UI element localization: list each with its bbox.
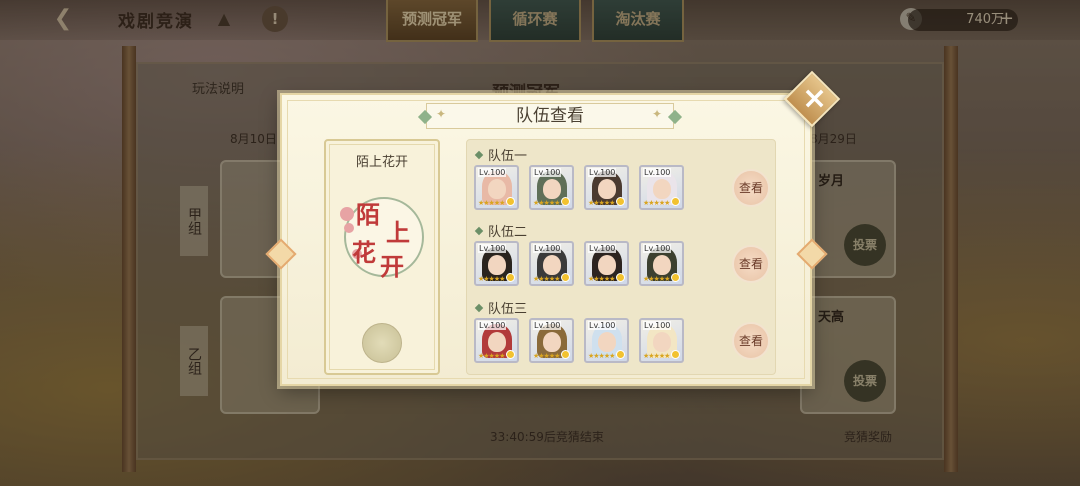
hero-portrait[interactable]: Lv.100 ★★★★★ bbox=[584, 318, 629, 363]
team-label: 队伍二 bbox=[488, 225, 528, 240]
star-rating-icon: ★★★★★ bbox=[643, 352, 670, 360]
star-rating-icon: ★★★★★ bbox=[478, 275, 505, 283]
hero-portrait[interactable]: Lv.100 ★★★★★ bbox=[474, 241, 519, 286]
gem-icon bbox=[616, 197, 625, 206]
hero-face bbox=[598, 332, 616, 352]
hero-level: Lv.100 bbox=[643, 244, 672, 253]
gem-icon bbox=[671, 350, 680, 359]
hero-portrait[interactable]: Lv.100 ★★★★★ bbox=[529, 318, 574, 363]
hero-portrait[interactable]: Lv.100 ★★★★★ bbox=[639, 165, 684, 210]
medal-icon bbox=[362, 323, 402, 363]
hero-portrait[interactable]: Lv.100 ★★★★★ bbox=[474, 165, 519, 210]
hero-face bbox=[598, 179, 616, 199]
star-rating-icon: ★★★★★ bbox=[478, 352, 505, 360]
hero-face bbox=[653, 179, 671, 199]
hero-level: Lv.100 bbox=[588, 321, 617, 330]
gem-icon bbox=[561, 350, 570, 359]
player-card: 陌上花开 陌 上 花 开 bbox=[324, 139, 440, 375]
blossom-icon bbox=[340, 207, 354, 221]
hero-portrait[interactable]: Lv.100 ★★★★★ bbox=[529, 241, 574, 286]
hero-portrait[interactable]: Lv.100 ★★★★★ bbox=[584, 241, 629, 286]
hero-level: Lv.100 bbox=[533, 244, 562, 253]
hero-face bbox=[598, 255, 616, 275]
team-view-dialog: ✦ ✦ 队伍查看 × 陌上花开 陌 上 花 开 队伍一 Lv.100 ★★★★★ Lv… bbox=[265, 70, 841, 386]
star-rating-icon: ★★★★★ bbox=[588, 275, 615, 283]
star-rating-icon: ★★★★★ bbox=[643, 275, 670, 283]
hero-face bbox=[488, 255, 506, 275]
view-team-button[interactable]: 查看 bbox=[732, 169, 770, 207]
gem-icon bbox=[616, 350, 625, 359]
hero-level: Lv.100 bbox=[533, 321, 562, 330]
star-rating-icon: ★★★★★ bbox=[533, 352, 560, 360]
hero-face bbox=[543, 255, 561, 275]
gem-icon bbox=[506, 197, 515, 206]
hero-portrait[interactable]: Lv.100 ★★★★★ bbox=[639, 241, 684, 286]
gem-icon bbox=[671, 273, 680, 282]
hero-level: Lv.100 bbox=[643, 168, 672, 177]
player-name: 陌上花开 bbox=[355, 155, 408, 170]
gem-icon bbox=[506, 350, 515, 359]
hero-level: Lv.100 bbox=[478, 244, 507, 253]
dialog-title: 队伍查看 bbox=[516, 106, 584, 126]
gem-icon bbox=[561, 197, 570, 206]
hero-portrait[interactable]: Lv.100 ★★★★★ bbox=[474, 318, 519, 363]
star-rating-icon: ★★★★★ bbox=[478, 199, 505, 207]
hero-portrait[interactable]: Lv.100 ★★★★★ bbox=[529, 165, 574, 210]
emblem-char: 陌 bbox=[356, 200, 380, 229]
star-rating-icon: ★★★★★ bbox=[533, 275, 560, 283]
star-rating-icon: ★★★★★ bbox=[588, 199, 615, 207]
hero-portrait[interactable]: Lv.100 ★★★★★ bbox=[584, 165, 629, 210]
hero-face bbox=[653, 332, 671, 352]
hero-face bbox=[488, 179, 506, 199]
hero-level: Lv.100 bbox=[533, 168, 562, 177]
view-team-button[interactable]: 查看 bbox=[732, 245, 770, 283]
team-label: 队伍一 bbox=[488, 149, 528, 164]
team-label: 队伍三 bbox=[488, 302, 528, 317]
hero-level: Lv.100 bbox=[588, 168, 617, 177]
view-team-button[interactable]: 查看 bbox=[732, 322, 770, 360]
hero-level: Lv.100 bbox=[643, 321, 672, 330]
emblem-char: 花 bbox=[352, 238, 376, 267]
emblem-char: 开 bbox=[380, 252, 404, 281]
hero-portrait[interactable]: Lv.100 ★★★★★ bbox=[639, 318, 684, 363]
hero-level: Lv.100 bbox=[478, 168, 507, 177]
blossom-icon bbox=[344, 223, 354, 233]
star-rating-icon: ★★★★★ bbox=[643, 199, 670, 207]
gem-icon bbox=[561, 273, 570, 282]
hero-face bbox=[543, 179, 561, 199]
hero-face bbox=[488, 332, 506, 352]
hero-level: Lv.100 bbox=[588, 244, 617, 253]
star-rating-icon: ★★★★★ bbox=[588, 352, 615, 360]
gem-icon bbox=[671, 197, 680, 206]
hero-face bbox=[653, 255, 671, 275]
emblem-char: 上 bbox=[386, 218, 410, 247]
hero-face bbox=[543, 332, 561, 352]
gem-icon bbox=[616, 273, 625, 282]
player-emblem: 陌 上 花 开 bbox=[340, 197, 424, 281]
close-icon[interactable]: × bbox=[802, 82, 827, 116]
hero-level: Lv.100 bbox=[478, 321, 507, 330]
star-rating-icon: ★★★★★ bbox=[533, 199, 560, 207]
gem-icon bbox=[506, 273, 515, 282]
